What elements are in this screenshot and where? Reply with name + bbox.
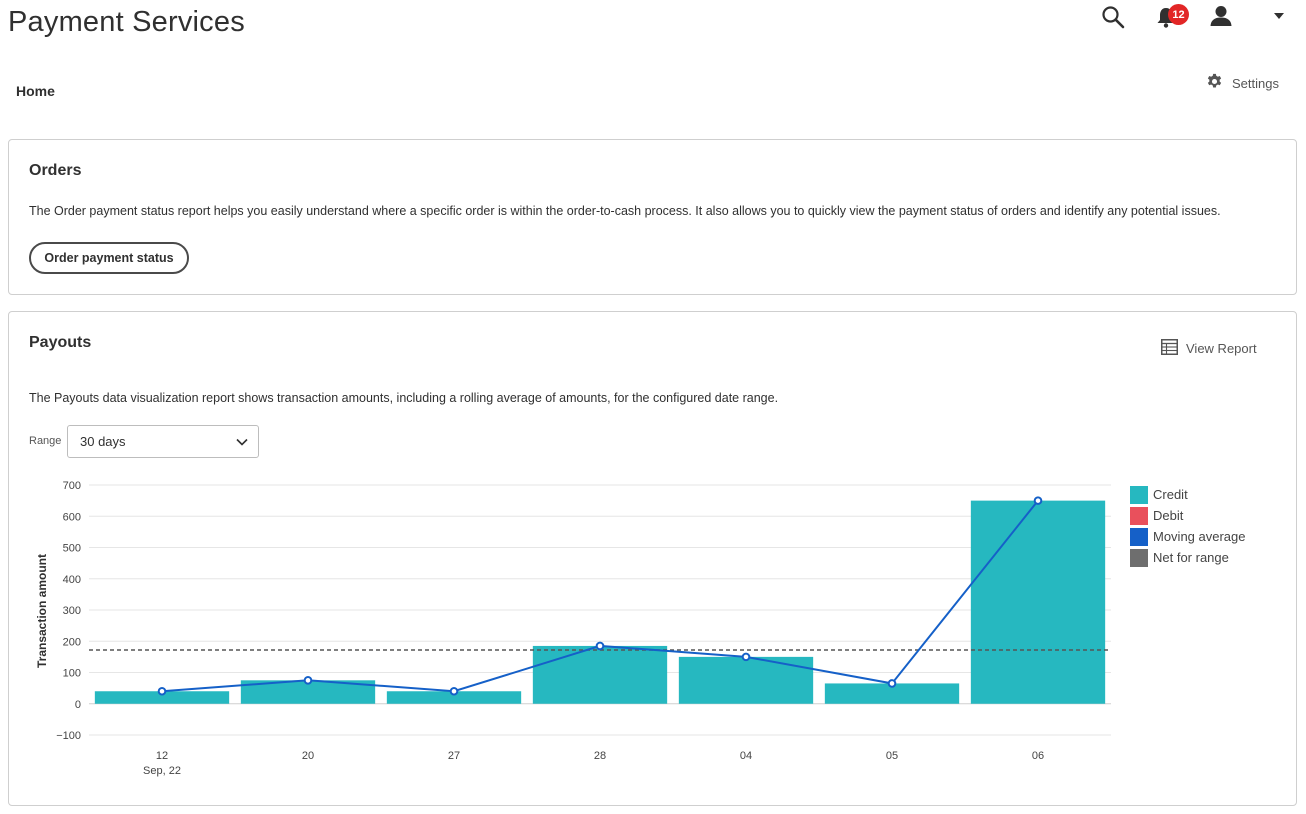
y-tick-label: 200 <box>63 636 81 648</box>
settings-link[interactable]: Settings <box>1206 73 1279 93</box>
y-tick-label: 400 <box>63 574 81 586</box>
y-axis-label: Transaction amount <box>35 554 49 668</box>
x-tick-label: 06 <box>1032 750 1044 762</box>
legend-swatch <box>1130 527 1148 546</box>
moving-average-point <box>595 641 605 651</box>
chart-legend: Credit Debit Moving average Net for range <box>1130 484 1246 568</box>
notification-badge: 12 <box>1168 4 1189 25</box>
credit-bar <box>970 500 1106 704</box>
credit-bar <box>532 645 668 704</box>
legend-label: Net for range <box>1153 550 1229 565</box>
page-title: Payment Services <box>8 6 245 38</box>
view-report-link[interactable]: View Report <box>1161 339 1257 358</box>
x-tick-label: 20 <box>302 750 314 762</box>
moving-average-point <box>741 652 751 662</box>
moving-average-point <box>157 686 167 696</box>
chevron-down-icon[interactable] <box>1270 8 1288 24</box>
legend-swatch <box>1130 485 1148 504</box>
legend-item[interactable]: Net for range <box>1130 547 1246 568</box>
x-tick-label: 12 <box>156 750 168 762</box>
y-tick-label: 600 <box>63 511 81 523</box>
view-report-label: View Report <box>1186 341 1257 356</box>
user-icon[interactable] <box>1207 3 1235 29</box>
order-payment-status-button[interactable]: Order payment status <box>29 242 189 274</box>
moving-average-point <box>449 686 459 696</box>
search-icon[interactable] <box>1100 4 1126 30</box>
table-icon <box>1161 339 1178 358</box>
y-tick-label: −100 <box>56 730 81 742</box>
moving-average-point <box>303 676 313 685</box>
payouts-chart: −100 0 100 200 300 400 500 600 700 Transaction am… <box>35 480 1111 777</box>
legend-item[interactable]: Moving average <box>1130 526 1246 547</box>
legend-swatch <box>1130 548 1148 567</box>
legend-label: Debit <box>1153 508 1184 523</box>
settings-label: Settings <box>1232 75 1279 91</box>
moving-average-point <box>1033 496 1043 505</box>
credit-bar <box>678 656 814 704</box>
x-tick-label: 05 <box>886 750 898 762</box>
orders-description: The Order payment status report helps yo… <box>29 204 1221 218</box>
moving-average-point <box>887 679 897 688</box>
orders-title: Orders <box>29 162 82 179</box>
x-tick-label: 28 <box>594 750 606 762</box>
y-tick-label: 0 <box>75 699 81 711</box>
y-tick-label: 100 <box>63 668 81 680</box>
x-tick-sublabel: Sep, 22 <box>143 765 181 777</box>
legend-item[interactable]: Debit <box>1130 505 1246 526</box>
orders-card: Orders The Order payment status report h… <box>8 139 1297 295</box>
y-tick-label: 500 <box>63 543 81 555</box>
legend-swatch <box>1130 506 1148 525</box>
y-tick-label: 300 <box>63 605 81 617</box>
legend-item[interactable]: Credit <box>1130 484 1246 505</box>
y-tick-label: 700 <box>63 480 81 492</box>
legend-label: Moving average <box>1153 529 1246 544</box>
legend-label: Credit <box>1153 487 1188 502</box>
x-tick-label: 27 <box>448 750 460 762</box>
payouts-card: Payouts View Report The Payouts data vis… <box>8 311 1297 806</box>
gear-icon <box>1206 73 1223 93</box>
breadcrumb: Home <box>16 83 55 99</box>
x-tick-label: 04 <box>740 750 752 762</box>
